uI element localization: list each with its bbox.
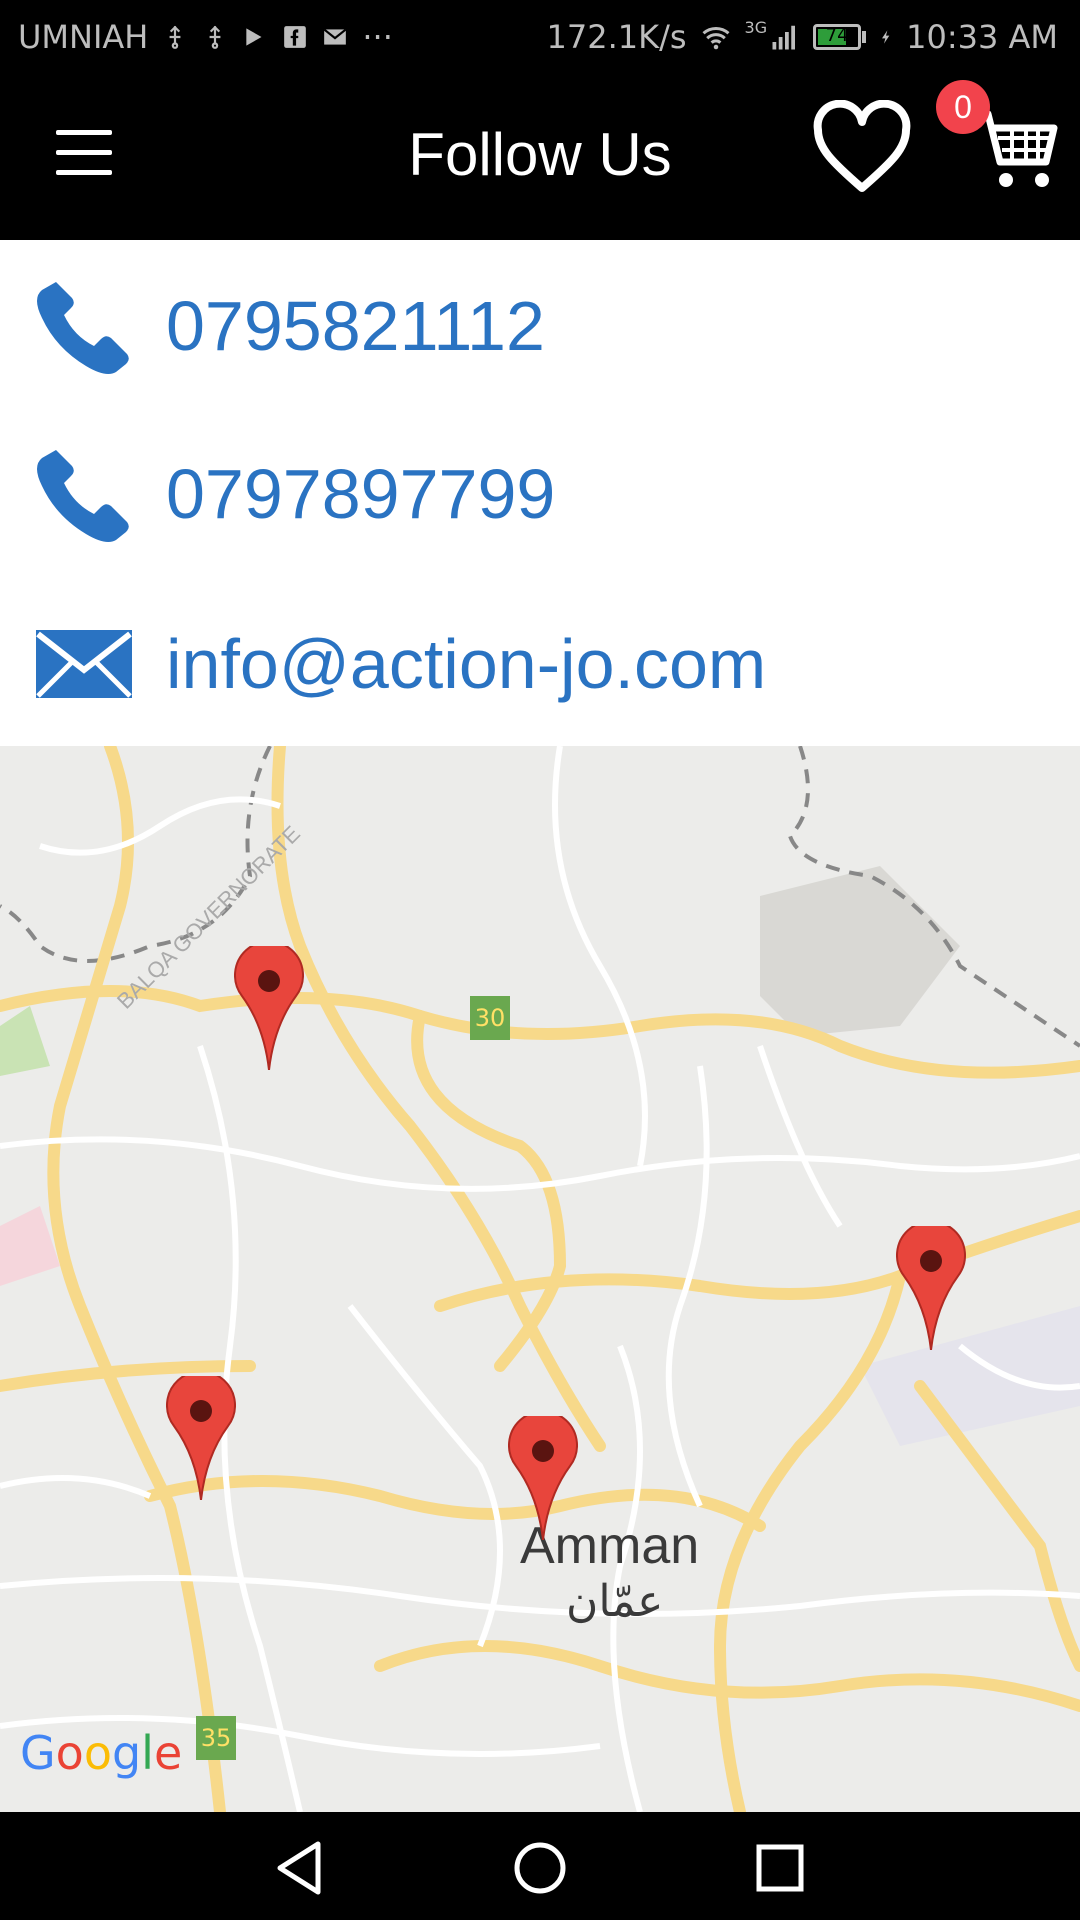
app-bar: Follow Us 0 <box>0 72 1080 240</box>
back-icon[interactable] <box>270 1838 330 1898</box>
signal-icon <box>772 25 796 50</box>
battery-icon: 74 <box>813 24 867 50</box>
map-view[interactable]: BALQA GOVERNORATE 30 35 Amman عمّان Goog… <box>0 746 1080 1812</box>
email-icon <box>36 630 132 698</box>
map-marker-pin[interactable] <box>166 1376 236 1500</box>
phone-icon <box>37 450 129 542</box>
map-marker-pin[interactable] <box>508 1416 578 1540</box>
city-label-arabic: عمّان <box>566 1577 664 1626</box>
facebook-icon <box>284 26 307 48</box>
battery-level: 74 <box>825 25 849 46</box>
more-notifications: ··· <box>362 18 393 56</box>
road-badge-30: 30 <box>470 996 510 1040</box>
email-row[interactable]: info@action-jo.com <box>0 604 1080 724</box>
clock: 10:33 AM <box>906 18 1058 56</box>
play-store-icon <box>246 28 262 46</box>
network-speed: 172.1K/s <box>546 18 687 56</box>
mail-icon <box>323 28 347 45</box>
usb-icon <box>169 25 181 49</box>
charging-icon <box>882 30 890 44</box>
road-badge-35: 35 <box>196 1716 236 1760</box>
usb-debug-icon <box>209 25 221 49</box>
home-icon[interactable] <box>510 1838 570 1898</box>
phone-row-1[interactable]: 0795821112 <box>0 266 1080 386</box>
carrier-label: UMNIAH <box>18 18 149 56</box>
page-title: Follow Us <box>408 121 672 188</box>
wifi-icon <box>702 26 730 50</box>
status-bar: UMNIAH ··· 172.1K/s 3G 74 10:33 AM <box>0 0 1080 72</box>
google-logo: Google <box>20 1726 183 1780</box>
favorites-heart-icon[interactable] <box>812 100 912 200</box>
email-address[interactable]: info@action-jo.com <box>166 624 766 704</box>
map-marker-pin[interactable] <box>234 946 304 1070</box>
phone-icon <box>37 282 129 374</box>
phone-number[interactable]: 0797897799 <box>166 454 555 534</box>
network-type: 3G <box>744 18 768 37</box>
phone-row-2[interactable]: 0797897799 <box>0 434 1080 554</box>
contact-list: 0795821112 0797897799 info@action-jo.com <box>0 240 1080 746</box>
phone-number[interactable]: 0795821112 <box>166 286 545 366</box>
recents-icon[interactable] <box>750 1838 810 1898</box>
cart-count-badge: 0 <box>936 80 990 134</box>
navigation-bar <box>0 1812 1080 1920</box>
map-marker-pin[interactable] <box>896 1226 966 1350</box>
